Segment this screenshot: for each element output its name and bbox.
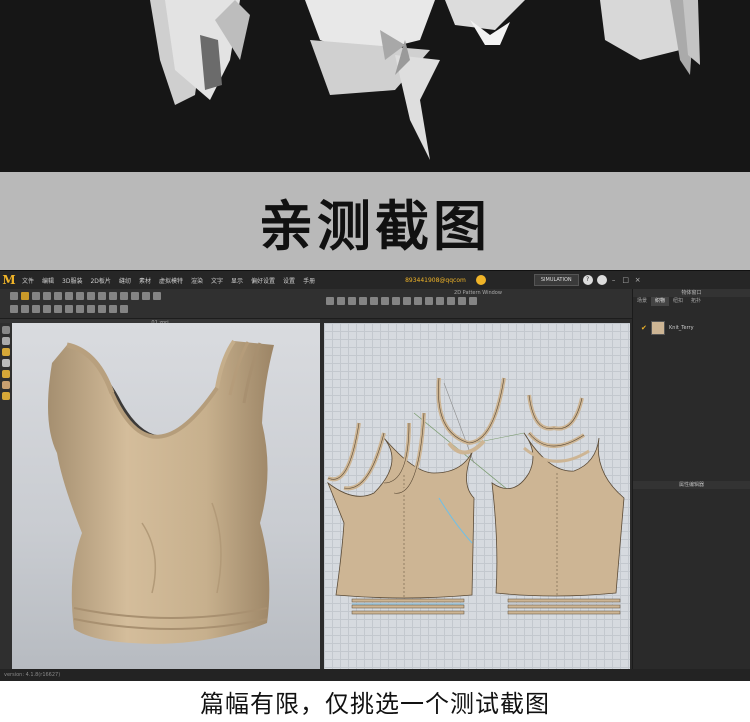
dart-icon[interactable]: [392, 297, 400, 305]
cad-app-window: M 文件 编辑 3D服装 2D板片 缝纫 素材 虚拟模特 渲染 文字 显示 偏好…: [0, 270, 750, 681]
zipper-icon[interactable]: [142, 292, 150, 300]
menu-3d-garment[interactable]: 3D服装: [58, 276, 86, 285]
menu-bar: M 文件 编辑 3D服装 2D板片 缝纫 素材 虚拟模特 渲染 文字 显示 偏好…: [0, 271, 750, 289]
viewport-side-toolbar: [0, 323, 12, 669]
page-caption: 篇幅有限，仅挑选一个测试截图: [200, 689, 550, 718]
circle-icon[interactable]: [370, 297, 378, 305]
menu-render[interactable]: 渲染: [187, 276, 207, 285]
pose-icon[interactable]: [98, 305, 106, 313]
user-icon[interactable]: [475, 275, 486, 285]
menu-manual[interactable]: 手册: [299, 276, 319, 285]
tab-topstitch[interactable]: 拓扑: [687, 297, 705, 306]
pattern-window-title: 2D Pattern Window: [454, 290, 502, 296]
account-icon[interactable]: [596, 275, 607, 285]
fold-arrangement-icon[interactable]: [447, 297, 455, 305]
simulation-button[interactable]: SIMULATION: [533, 274, 579, 286]
line-icon[interactable]: [98, 292, 106, 300]
seam-tape-icon[interactable]: [425, 297, 433, 305]
menu-settings[interactable]: 设置: [279, 276, 299, 285]
fabric-list-item[interactable]: ✔ Knit_Terry: [633, 318, 750, 338]
tab-fabric[interactable]: 织物: [651, 297, 670, 306]
heading-band: 亲测截图: [0, 172, 750, 270]
tack-icon[interactable]: [65, 292, 73, 300]
fabric-swatch: [651, 321, 665, 335]
avatar-pose-icon[interactable]: [2, 392, 10, 400]
camera-icon[interactable]: [2, 326, 10, 334]
graphic-icon[interactable]: [43, 305, 51, 313]
curve-icon[interactable]: [109, 292, 117, 300]
hand-icon[interactable]: [2, 381, 10, 389]
avatar-tool-icon[interactable]: [10, 305, 18, 313]
account-label[interactable]: 893441908@qqcom: [399, 277, 472, 284]
fabric-name: Knit_Terry: [669, 325, 694, 331]
help-icon[interactable]: ?: [582, 275, 593, 285]
menu-materials[interactable]: 素材: [135, 276, 155, 285]
menu-display[interactable]: 显示: [227, 276, 247, 285]
grain-icon[interactable]: [469, 297, 477, 305]
menu-preferences[interactable]: 偏好设置: [247, 276, 279, 285]
symmetry-icon[interactable]: [458, 297, 466, 305]
notch-icon[interactable]: [436, 297, 444, 305]
arrangement-icon[interactable]: [21, 305, 29, 313]
toolbar-row-3d-secondary: [10, 305, 128, 316]
rectangle-icon[interactable]: [359, 297, 367, 305]
trim-icon[interactable]: [65, 305, 73, 313]
menu-sewing[interactable]: 缝纫: [115, 276, 135, 285]
segment-sewing-icon[interactable]: [403, 297, 411, 305]
maximize-icon[interactable]: □: [621, 276, 631, 284]
stress-map-icon[interactable]: [120, 305, 128, 313]
check-icon: ✔: [641, 324, 647, 332]
property-editor-title: 属性编辑器: [633, 481, 750, 489]
tab-button[interactable]: 纽扣: [669, 297, 687, 306]
edit-point-icon[interactable]: [337, 297, 345, 305]
strap-icon[interactable]: [120, 292, 128, 300]
2d-pattern-window[interactable]: [324, 323, 630, 669]
tank-top-3d-render: [48, 339, 274, 644]
toolbar-row-2d: [326, 297, 477, 308]
piping-icon[interactable]: [153, 292, 161, 300]
menu-text[interactable]: 文字: [207, 276, 227, 285]
menu-avatar[interactable]: 虚拟模特: [155, 276, 187, 285]
texture-icon[interactable]: [32, 305, 40, 313]
brush-icon[interactable]: [87, 292, 95, 300]
garment-display-icon[interactable]: [2, 348, 10, 356]
avatar-display-icon[interactable]: [2, 337, 10, 345]
menu-file[interactable]: 文件: [18, 276, 38, 285]
fit-map-icon[interactable]: [109, 305, 117, 313]
transform-icon[interactable]: [32, 292, 40, 300]
pattern-pieces: [327, 377, 625, 615]
tab-scene[interactable]: 场景: [633, 297, 651, 306]
fabric-icon[interactable]: [54, 305, 62, 313]
minimize-icon[interactable]: –: [609, 276, 619, 284]
free-sewing-icon[interactable]: [414, 297, 422, 305]
fold-icon[interactable]: [43, 292, 51, 300]
close-icon[interactable]: ×: [633, 276, 643, 284]
page-heading: 亲测截图: [259, 194, 491, 258]
object-browser-panel: 物体窗口 场景 织物 纽扣 拓扑 ✔ Knit_Terry 属性编辑器: [632, 289, 750, 669]
menu-edit[interactable]: 编辑: [38, 276, 58, 285]
render-icon[interactable]: [76, 305, 84, 313]
measure-icon[interactable]: [76, 292, 84, 300]
menu-2d-pattern[interactable]: 2D板片: [86, 276, 114, 285]
toolbar-row-3d: [10, 292, 161, 303]
texture-display-icon[interactable]: [2, 359, 10, 367]
internal-line-icon[interactable]: [381, 297, 389, 305]
app-logo: M: [2, 273, 16, 287]
snapshot-icon[interactable]: [87, 305, 95, 313]
select-icon[interactable]: [10, 292, 18, 300]
3d-viewport[interactable]: [12, 323, 320, 669]
version-text: version: 4.1.8(r16627): [4, 672, 61, 678]
object-browser-tabs: 场景 织物 纽扣 拓扑: [633, 297, 750, 306]
lighting-icon[interactable]: [2, 370, 10, 378]
pin-icon[interactable]: [54, 292, 62, 300]
edit-pattern-icon[interactable]: [326, 297, 334, 305]
move-icon[interactable]: [21, 292, 29, 300]
garment-showcase-image: [0, 0, 750, 172]
object-browser-title: 物体窗口: [633, 289, 750, 297]
button-tool-icon[interactable]: [131, 292, 139, 300]
polygon-icon[interactable]: [348, 297, 356, 305]
